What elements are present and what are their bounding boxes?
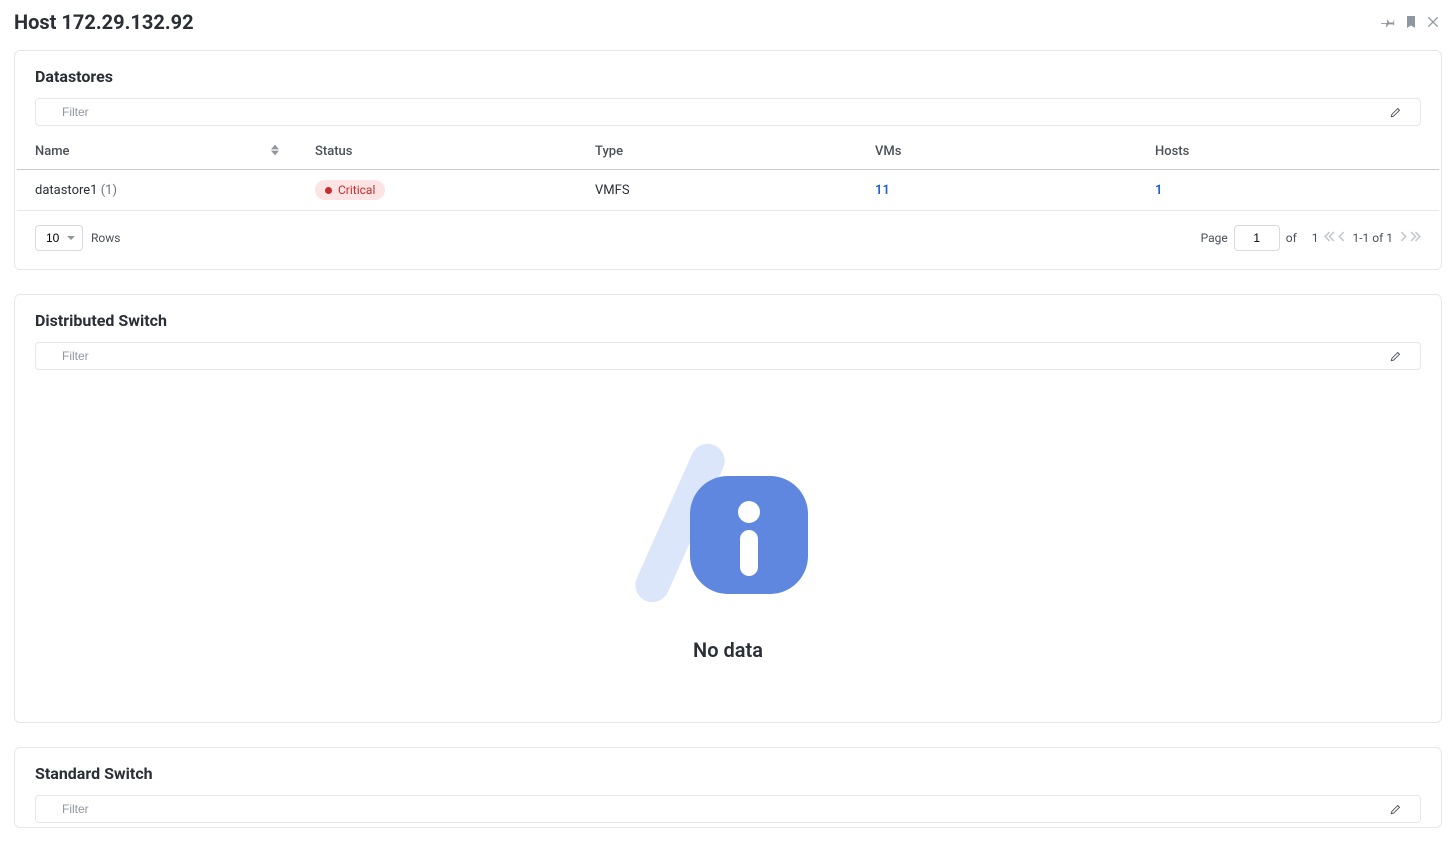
row-name-count: (1) [101,183,117,198]
close-icon[interactable] [1424,13,1442,31]
first-page-icon[interactable] [1324,231,1335,245]
cell-vms: 11 [857,170,1137,211]
table-footer: 10 Rows Page of 1 1-1 of 1 [15,211,1441,269]
card-datastores: Datastores Name [14,50,1442,270]
pager: Page of 1 1-1 of 1 [1201,225,1421,251]
pin-icon[interactable] [1380,13,1398,31]
empty-text: No data [693,638,763,662]
rows-label: Rows [91,231,120,245]
hosts-link[interactable]: 1 [1155,183,1162,198]
filter-wrap [35,342,1421,370]
filter-row-datastores [35,98,1421,126]
cell-hosts: 1 [1137,170,1439,211]
vms-link[interactable]: 11 [875,183,890,198]
col-hosts[interactable]: Hosts [1137,134,1439,170]
edit-icon[interactable] [1382,105,1410,119]
sort-icon [271,144,279,156]
table-row[interactable]: datastore1 (1) Critical VMFS 11 1 [17,170,1439,211]
page-title: Host 172.29.132.92 [14,10,194,34]
card-header: Standard Switch [15,748,1441,795]
table-header-row: Name Status Type VMs Hosts [17,134,1439,170]
card-header: Datastores [15,51,1441,98]
col-type[interactable]: Type [577,134,857,170]
range-text: 1-1 of 1 [1352,231,1393,245]
of-label: of [1286,231,1297,245]
cell-type: VMFS [577,170,857,211]
status-badge: Critical [315,180,385,200]
col-vms[interactable]: VMs [857,134,1137,170]
filter-wrap [35,795,1421,823]
card-title-datastores: Datastores [35,67,1421,86]
total-pages: 1 [1312,231,1319,245]
card-header: Distributed Switch [15,295,1441,342]
filter-row-std-switch [35,795,1421,823]
next-page-icon[interactable] [1398,231,1409,245]
last-page-icon[interactable] [1410,231,1421,245]
col-status[interactable]: Status [297,134,577,170]
card-distributed-switch: Distributed Switch No data [14,294,1442,723]
pager-nav: 1-1 of 1 [1324,231,1421,245]
filter-row-dist-switch [35,342,1421,370]
cell-status: Critical [297,170,577,211]
table-datastores: Name Status Type VMs Hosts datastore1 [17,134,1439,211]
rows-select-wrap: 10 [35,225,83,251]
bookmark-icon[interactable] [1402,13,1420,31]
prev-page-icon[interactable] [1336,231,1347,245]
page-input[interactable] [1234,225,1280,251]
empty-state: No data [15,378,1441,722]
card-standard-switch: Standard Switch [14,747,1442,828]
filter-input-dist-switch[interactable] [62,349,1382,363]
status-label: Critical [338,183,375,197]
filter-input-datastores[interactable] [62,105,1382,119]
card-title-std-switch: Standard Switch [35,764,1421,783]
filter-wrap [35,98,1421,126]
rows-select[interactable]: 10 [35,225,83,251]
info-illustration-icon [618,418,838,618]
status-dot-icon [325,187,332,194]
rows-per-page: 10 Rows [35,225,120,251]
card-title-dist-switch: Distributed Switch [35,311,1421,330]
cell-name: datastore1 (1) [17,170,297,211]
col-name-label: Name [35,144,70,159]
row-name: datastore1 [35,183,97,198]
col-name[interactable]: Name [17,134,297,170]
edit-icon[interactable] [1382,349,1410,363]
top-actions [1380,13,1442,31]
page-label: Page [1201,231,1228,245]
topbar: Host 172.29.132.92 [14,8,1442,50]
